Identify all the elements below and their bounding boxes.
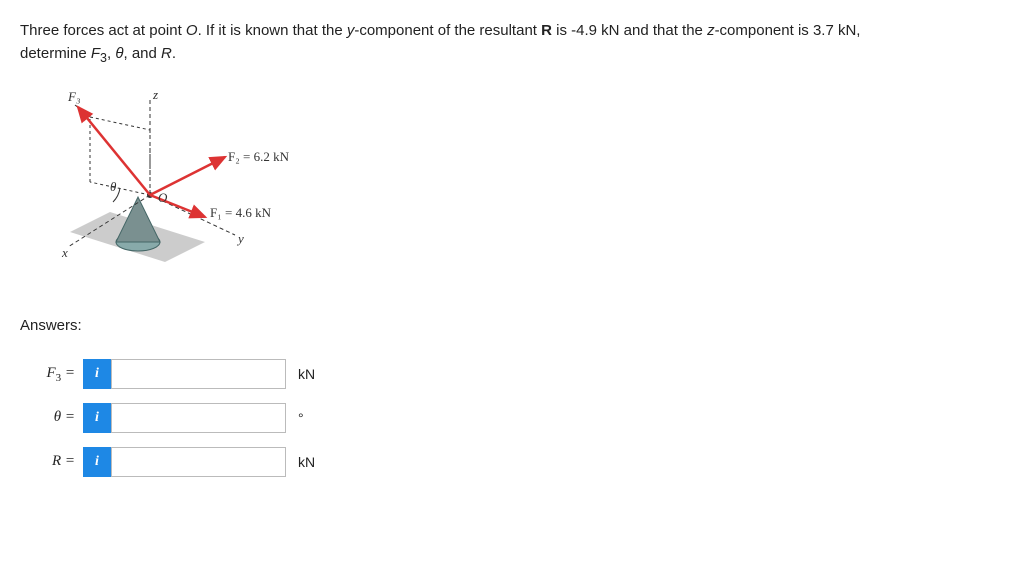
info-button-theta[interactable]: i	[83, 403, 111, 433]
var-label-R: R =	[30, 453, 75, 472]
var-label-F3: F3 =	[30, 365, 75, 384]
info-button-R[interactable]: i	[83, 447, 111, 477]
var-label-theta: θ =	[30, 409, 75, 428]
question-text: Three forces act at point O. If it is kn…	[20, 20, 1004, 67]
label-F2: F₂ = 6.2 kN	[228, 149, 289, 165]
input-F3[interactable]	[111, 359, 286, 389]
question-line2: determine F3, θ, and R.	[20, 45, 176, 62]
label-z: z	[153, 87, 158, 103]
answer-row-theta: θ = i °	[30, 403, 1004, 433]
question-line1: Three forces act at point O. If it is kn…	[20, 22, 860, 39]
label-O: O	[158, 190, 167, 206]
label-x: x	[62, 245, 68, 261]
unit-F3: kN	[298, 366, 315, 382]
unit-theta: °	[298, 410, 304, 426]
answer-row-R: R = i kN	[30, 447, 1004, 477]
label-F1: F₁ = 4.6 kN	[210, 205, 271, 221]
unit-R: kN	[298, 454, 315, 470]
label-y: y	[238, 231, 244, 247]
answers-heading: Answers:	[20, 317, 1004, 334]
label-F3: F₃	[68, 89, 80, 105]
label-theta: θ	[110, 179, 116, 195]
input-theta[interactable]	[111, 403, 286, 433]
info-button-F3[interactable]: i	[83, 359, 111, 389]
input-R[interactable]	[111, 447, 286, 477]
answer-row-F3: F3 = i kN	[30, 359, 1004, 389]
force-diagram: F₃ z F₂ = 6.2 kN F₁ = 4.6 kN O θ x y	[50, 87, 350, 287]
diagram-svg	[50, 87, 350, 287]
